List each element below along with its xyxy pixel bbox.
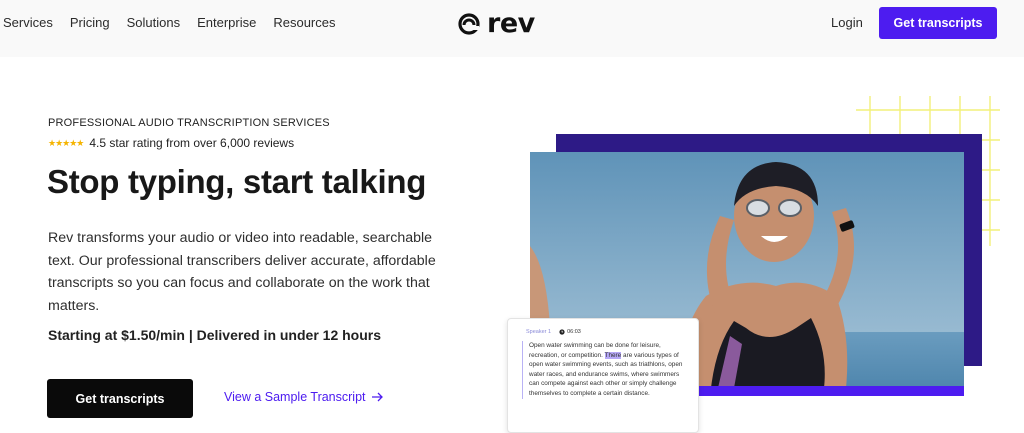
rating-text: 4.5 star rating from over 6,000 reviews xyxy=(89,136,295,150)
rating-row: ★★★★★ 4.5 star rating from over 6,000 re… xyxy=(48,136,294,150)
arrow-right-icon xyxy=(371,392,383,402)
star-rating-icon: ★★★★★ xyxy=(48,137,84,148)
top-nav: Services Pricing Solutions Enterprise Re… xyxy=(0,0,1024,57)
nav-services[interactable]: Services xyxy=(3,15,53,31)
transcript-text: Open water swimming can be done for leis… xyxy=(522,341,684,399)
hero-title: Stop typing, start talking xyxy=(47,163,427,200)
nav-enterprise[interactable]: Enterprise xyxy=(197,15,256,31)
nav-solutions[interactable]: Solutions xyxy=(127,15,180,31)
sample-link-label: View a Sample Transcript xyxy=(224,390,366,404)
view-sample-transcript-link[interactable]: View a Sample Transcript xyxy=(224,390,384,404)
highlighted-word: There xyxy=(604,351,622,359)
rev-logo-icon xyxy=(458,12,480,35)
nav-resources[interactable]: Resources xyxy=(273,15,335,31)
nav-pricing[interactable]: Pricing xyxy=(70,15,110,31)
clock-icon xyxy=(559,329,565,335)
transcript-card: Speaker 1 06:03 Open water swimming can … xyxy=(507,318,699,433)
rev-logo[interactable]: rev xyxy=(457,8,535,39)
transcript-card-header: Speaker 1 06:03 xyxy=(526,329,684,335)
logo-wordmark: rev xyxy=(487,8,535,39)
timestamp-text: 06:03 xyxy=(567,329,581,335)
speaker-label: Speaker 1 xyxy=(526,329,552,335)
hero-get-transcripts-button[interactable]: Get transcripts xyxy=(47,379,193,418)
hero-description: Rev transforms your audio or video into … xyxy=(48,230,436,314)
timestamp: 06:03 xyxy=(559,329,581,335)
hero-eyebrow: PROFESSIONAL AUDIO TRANSCRIPTION SERVICE… xyxy=(48,117,330,129)
nav-links: Services Pricing Solutions Enterprise Re… xyxy=(3,15,352,31)
price-line: Starting at $1.50/min | Delivered in und… xyxy=(48,327,382,343)
login-link[interactable]: Login xyxy=(831,15,863,30)
nav-get-transcripts-button[interactable]: Get transcripts xyxy=(879,7,997,39)
